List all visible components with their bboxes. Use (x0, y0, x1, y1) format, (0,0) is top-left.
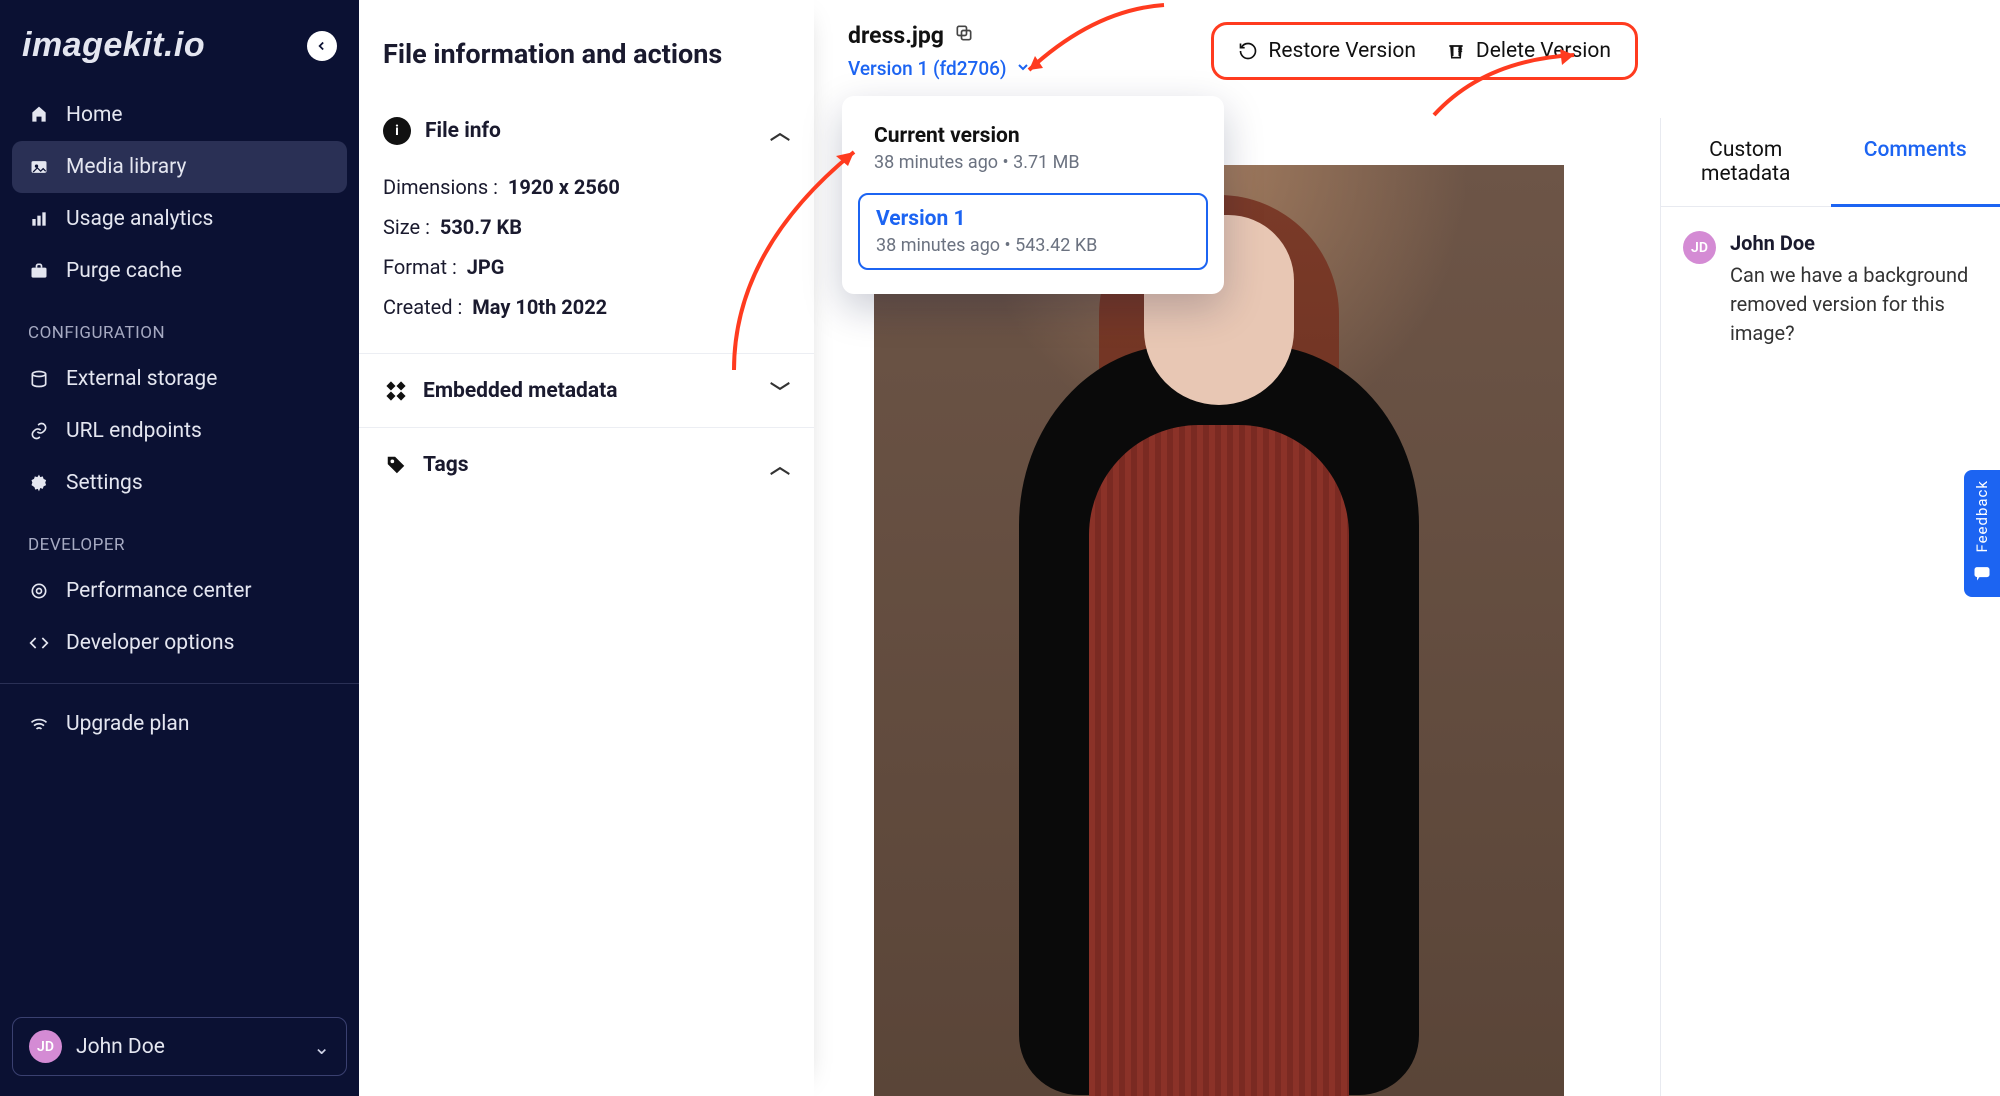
divider (359, 427, 814, 428)
brand-logo: imagekit.io (22, 26, 205, 65)
divider (0, 683, 359, 684)
version-dropdown-menu: Current version 38 minutes ago • 3.71 MB… (842, 96, 1224, 294)
file-info-panel: File information and actions i File info… (359, 0, 814, 1096)
restore-icon (1238, 41, 1258, 61)
avatar: JD (29, 1030, 62, 1063)
preview-column: dress.jpg Version 1 (fd2706) Current ver… (814, 0, 1660, 1096)
sidebar-section-configuration: CONFIGURATION (12, 297, 347, 353)
comment-text: Can we have a background removed version… (1730, 261, 1978, 348)
sidebar-item-label: Settings (66, 471, 143, 495)
sidebar-item-label: External storage (66, 367, 217, 391)
sidebar-item-label: Media library (66, 155, 186, 179)
arrow-left-icon (315, 39, 329, 53)
main-area: dress.jpg Version 1 (fd2706) Current ver… (814, 0, 2000, 1096)
tag-icon (383, 452, 409, 478)
sidebar-item-label: Purge cache (66, 259, 182, 283)
dimensions-row: Dimensions : 1920 x 2560 (383, 167, 790, 207)
sidebar-item-url-endpoints[interactable]: URL endpoints (12, 405, 347, 457)
sidebar-item-developer-options[interactable]: Developer options (12, 617, 347, 669)
gear-icon (28, 473, 50, 493)
version-option-1[interactable]: Version 1 38 minutes ago • 543.42 KB (858, 193, 1208, 270)
comment-author: John Doe (1730, 231, 1978, 255)
sidebar-collapse-button[interactable] (307, 31, 337, 61)
link-icon (28, 421, 50, 441)
tab-custom-metadata[interactable]: Custom metadata (1661, 118, 1831, 207)
sidebar-item-usage-analytics[interactable]: Usage analytics (12, 193, 347, 245)
wifi-icon (28, 714, 50, 734)
sidebar-item-label: Usage analytics (66, 207, 213, 231)
created-row: Created : May 10th 2022 (383, 287, 790, 327)
format-row: Format : JPG (383, 247, 790, 287)
info-icon: i (383, 117, 411, 145)
sidebar-item-label: Upgrade plan (66, 712, 189, 736)
copy-icon[interactable] (954, 22, 974, 49)
metadata-icon (383, 378, 409, 404)
sidebar-item-purge-cache[interactable]: Purge cache (12, 245, 347, 297)
user-menu[interactable]: JD John Doe ⌄ (12, 1017, 347, 1076)
chevron-down-icon: ﹀ (770, 376, 790, 405)
size-row: Size : 530.7 KB (383, 207, 790, 247)
target-icon (28, 581, 50, 601)
image-icon (28, 157, 50, 177)
sidebar-section-developer: DEVELOPER (12, 509, 347, 565)
chevron-down-icon (1015, 57, 1031, 80)
version-label: Version 1 (fd2706) (848, 57, 1007, 80)
sidebar-item-label: Home (66, 103, 123, 127)
tabs: Custom metadata Comments (1661, 118, 2000, 207)
sidebar-item-label: Performance center (66, 579, 252, 603)
chevron-up-icon: ︿ (770, 450, 790, 479)
avatar: JD (1683, 231, 1716, 264)
section-label: Tags (423, 453, 469, 477)
briefcase-icon (28, 261, 50, 281)
file-info-body: Dimensions : 1920 x 2560 Size : 530.7 KB… (359, 161, 814, 347)
sidebar-item-performance-center[interactable]: Performance center (12, 565, 347, 617)
home-icon (28, 105, 50, 125)
panel-title: File information and actions (359, 38, 814, 100)
sidebar-item-media-library[interactable]: Media library (12, 141, 347, 193)
sidebar-item-upgrade-plan[interactable]: Upgrade plan (12, 698, 347, 750)
version-actions: Restore Version Delete Version (1211, 22, 1638, 80)
feedback-button[interactable]: Feedback (1964, 470, 2000, 597)
tab-comments[interactable]: Comments (1831, 118, 2000, 207)
chevron-down-icon: ⌄ (313, 1035, 330, 1059)
code-icon (28, 633, 50, 653)
sidebar-item-external-storage[interactable]: External storage (12, 353, 347, 405)
divider (359, 353, 814, 354)
section-tags[interactable]: Tags ︿ (359, 434, 814, 495)
chat-icon (1972, 563, 1992, 587)
chevron-up-icon: ︿ (770, 116, 790, 145)
version-option-current[interactable]: Current version 38 minutes ago • 3.71 MB (858, 112, 1208, 185)
filename: dress.jpg (848, 22, 944, 49)
section-label: Embedded metadata (423, 379, 617, 403)
section-embedded-metadata[interactable]: Embedded metadata ﹀ (359, 360, 814, 421)
delete-icon (1446, 41, 1466, 61)
sidebar-item-settings[interactable]: Settings (12, 457, 347, 509)
image-preview[interactable] (874, 165, 1564, 1096)
comment-item: JD John Doe Can we have a background rem… (1661, 207, 2000, 372)
feedback-label: Feedback (1973, 480, 1991, 553)
section-label: File info (425, 119, 501, 143)
chart-icon (28, 209, 50, 229)
sidebar: imagekit.io Home Media library Usage ana… (0, 0, 359, 1096)
delete-version-button[interactable]: Delete Version (1446, 39, 1611, 63)
user-name: John Doe (76, 1035, 165, 1059)
sidebar-item-label: Developer options (66, 631, 234, 655)
restore-version-button[interactable]: Restore Version (1238, 39, 1416, 63)
right-panel: Custom metadata Comments JD John Doe Can… (1660, 118, 2000, 1096)
section-file-info[interactable]: i File info ︿ (359, 100, 814, 161)
storage-icon (28, 369, 50, 389)
sidebar-item-label: URL endpoints (66, 419, 202, 443)
sidebar-item-home[interactable]: Home (12, 89, 347, 141)
